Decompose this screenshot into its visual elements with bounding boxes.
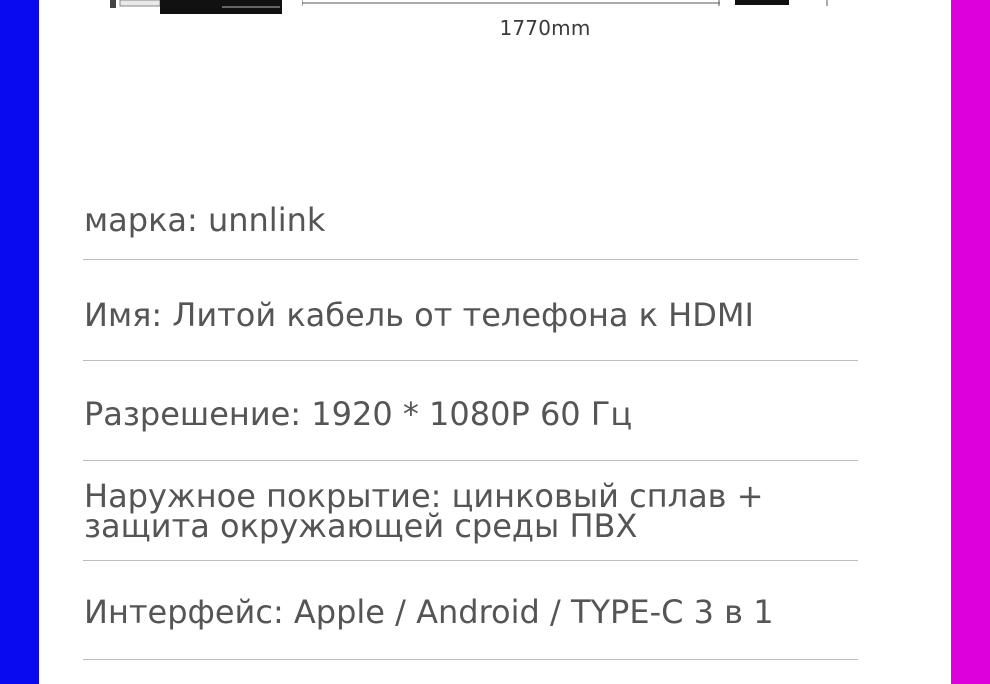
cable-connector-drawing-left (110, 0, 282, 14)
divider (83, 360, 858, 361)
length-dimension-line (302, 0, 720, 6)
length-dimension-label: 1770mm (499, 16, 591, 40)
divider (83, 659, 858, 660)
spec-coating: Наружное покрытие: цинковый сплав + защи… (84, 477, 764, 545)
spec-brand: марка: unnlink (84, 201, 326, 239)
right-gradient-border (951, 0, 990, 684)
product-detail-page: 17 1770mm марка: unnlink Имя: Литой кабе… (0, 0, 990, 684)
left-gradient-border (0, 0, 39, 684)
product-spec-panel (39, 0, 951, 684)
divider (83, 460, 858, 461)
spec-name: Имя: Литой кабель от телефона к HDMI (84, 296, 754, 334)
divider (83, 560, 858, 561)
divider (83, 259, 858, 260)
spec-resolution: Разрешение: 1920 * 1080P 60 Гц (84, 395, 633, 433)
spec-interface: Интерфейс: Apple / Android / TYPE-C 3 в … (84, 593, 774, 631)
cable-connector-drawing-right (735, 0, 828, 6)
